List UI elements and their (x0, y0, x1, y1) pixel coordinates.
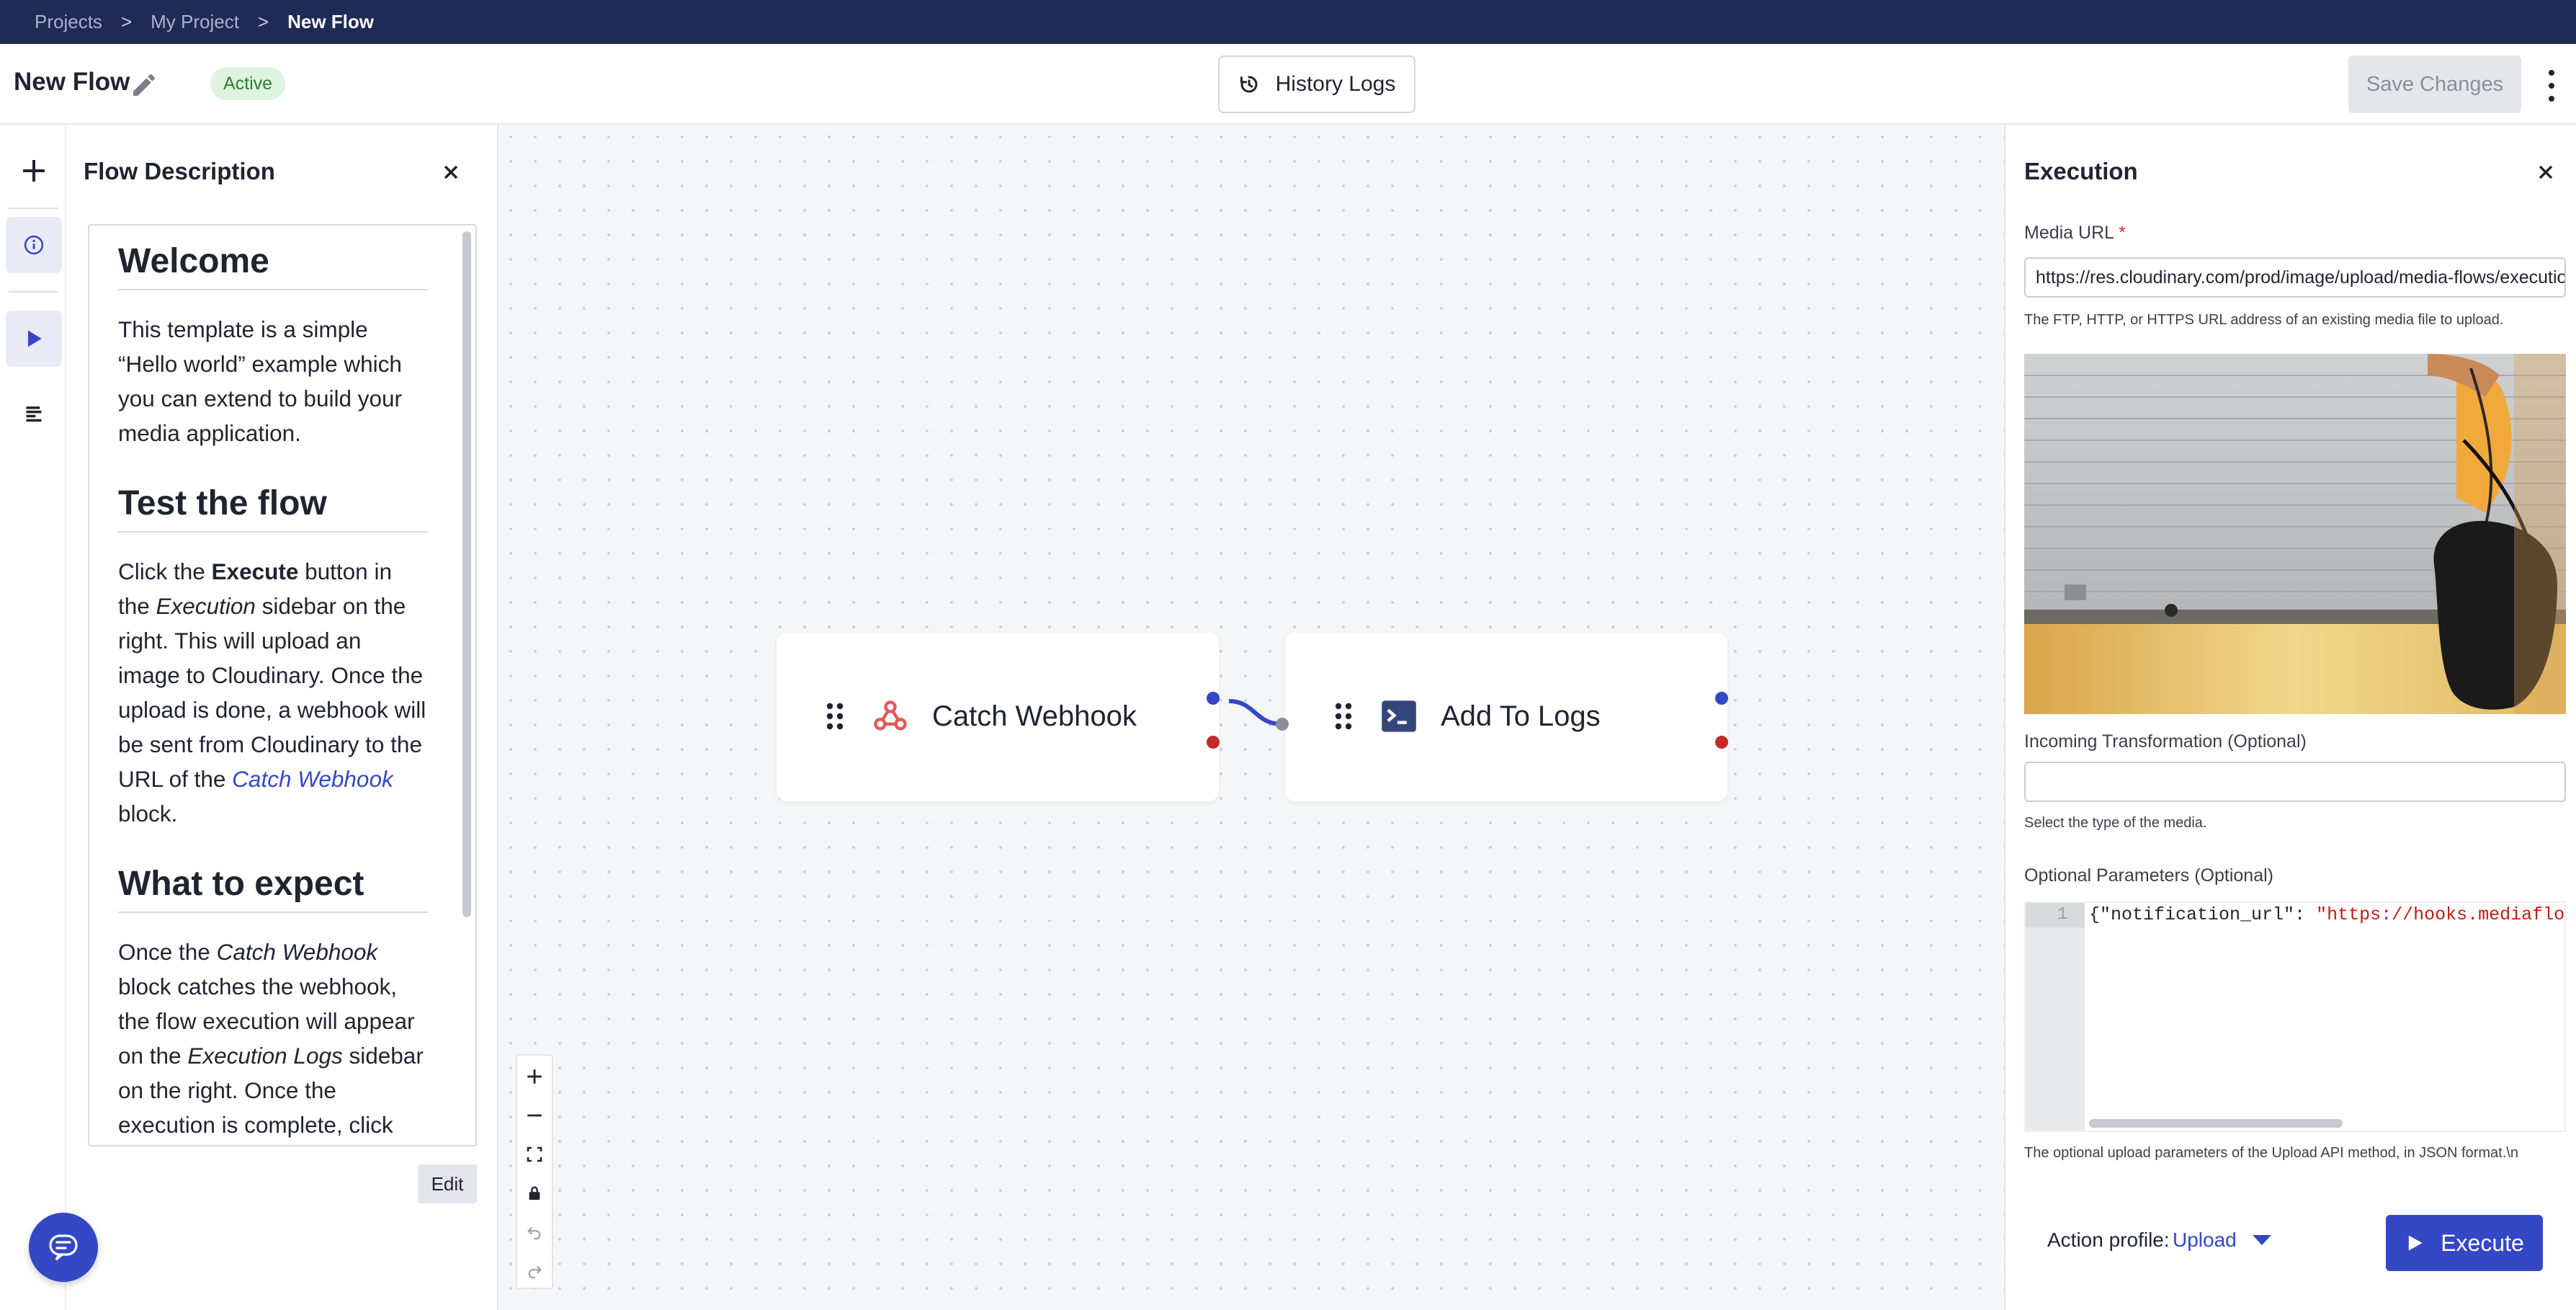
rail-divider (9, 208, 58, 209)
assistant-fab-button[interactable] (29, 1213, 98, 1282)
undo-icon (527, 1226, 541, 1240)
section-heading-test: Test the flow (118, 482, 428, 533)
error-port[interactable] (1715, 736, 1728, 749)
node-connector (1228, 699, 1283, 726)
breadcrumb-separator: > (120, 11, 133, 32)
breadcrumb-separator: > (257, 11, 269, 32)
lock-icon (529, 1186, 540, 1200)
execution-logs-button[interactable] (6, 386, 62, 442)
execution-panel: Execution Media URL * https://res.cloudi… (2004, 125, 2576, 1310)
output-port[interactable] (1715, 692, 1728, 705)
play-icon (2409, 1235, 2423, 1251)
close-icon[interactable] (2534, 161, 2557, 184)
minus-icon (527, 1114, 542, 1117)
flow-description-button[interactable] (6, 217, 62, 273)
optional-parameters-help: The optional upload parameters of the Up… (2024, 1145, 2518, 1161)
status-badge: Active (210, 67, 286, 100)
action-profile-dropdown[interactable]: Upload (2173, 1229, 2273, 1252)
fit-view-icon (527, 1146, 542, 1162)
catch-webhook-node[interactable]: Catch Webhook (777, 633, 1220, 801)
line-number: 1 (2026, 903, 2085, 927)
catch-webhook-link[interactable]: Catch Webhook (232, 766, 393, 792)
redo-button[interactable] (517, 1252, 552, 1291)
incoming-transformation-help: Select the type of the media. (2024, 815, 2207, 831)
breadcrumb: Projects > My Project > New Flow (0, 0, 2576, 44)
add-to-logs-node[interactable]: Add To Logs (1276, 633, 1728, 801)
edit-description-button[interactable]: Edit (418, 1164, 477, 1203)
action-profile-value: Upload (2173, 1229, 2237, 1251)
left-icon-rail (0, 125, 66, 1310)
lock-button[interactable] (517, 1174, 552, 1213)
output-port[interactable] (1207, 692, 1220, 705)
breadcrumb-current: New Flow (287, 11, 375, 32)
webhook-icon (874, 700, 907, 731)
line-gutter: 1 (2026, 903, 2085, 1131)
action-profile-label: Action profile: (2047, 1229, 2170, 1251)
history-logs-button[interactable]: History Logs (1218, 55, 1416, 113)
drag-handle-icon[interactable] (826, 702, 844, 731)
description-content: Welcome This template is a simple “Hello… (88, 224, 477, 1146)
incoming-transformation-label: Incoming Transformation (Optional) (2024, 731, 2307, 752)
description-scrollbar[interactable] (462, 231, 471, 917)
flow-description-title: Flow Description (84, 158, 275, 184)
terminal-icon (1382, 700, 1416, 732)
edit-title-icon[interactable] (130, 71, 158, 99)
section-heading-welcome: Welcome (118, 240, 428, 290)
plus-icon (23, 160, 45, 182)
zoom-in-button[interactable] (517, 1057, 552, 1096)
save-changes-button[interactable]: Save Changes (2348, 55, 2521, 113)
breadcrumb-projects[interactable]: Projects (35, 11, 102, 33)
flow-title: New Flow (14, 68, 130, 96)
editor-horizontal-scrollbar[interactable] (2089, 1119, 2343, 1128)
media-url-input[interactable]: https://res.cloudinary.com/prod/image/up… (2024, 257, 2566, 298)
error-port[interactable] (1207, 736, 1220, 749)
test-paragraph: Click the Execute button in the Executio… (118, 558, 426, 826)
info-icon (24, 235, 44, 255)
redo-icon (528, 1265, 542, 1279)
drag-handle-icon[interactable] (1334, 702, 1353, 731)
optional-parameters-editor[interactable]: 1 {"notification_url": "https://hooks.me… (2024, 901, 2566, 1132)
undo-button[interactable] (517, 1213, 552, 1252)
node-label: Catch Webhook (932, 700, 1137, 732)
plus-icon (527, 1069, 542, 1084)
optional-parameters-label: Optional Parameters (Optional) (2024, 865, 2273, 886)
assistant-icon (49, 1234, 78, 1261)
close-icon[interactable] (439, 161, 462, 184)
caret-down-icon (2252, 1235, 2271, 1245)
input-port[interactable] (1276, 718, 1289, 731)
execute-label: Execute (2441, 1229, 2524, 1256)
flow-canvas[interactable]: Catch Webhook Add To Logs (498, 125, 2004, 1310)
flow-header: New Flow Active History Logs Save Change… (0, 44, 2576, 125)
history-logs-label: History Logs (1275, 72, 1396, 96)
more-options-icon[interactable] (2543, 70, 2560, 102)
execution-button[interactable] (6, 311, 62, 367)
section-heading-expect: What to expect (118, 863, 428, 913)
history-icon (1240, 76, 1258, 93)
canvas-controls (516, 1054, 553, 1289)
node-label: Add To Logs (1441, 700, 1601, 732)
add-block-button[interactable] (6, 143, 62, 199)
breadcrumb-my-project[interactable]: My Project (151, 11, 239, 33)
media-url-label: Media URL * (2024, 223, 2126, 243)
incoming-transformation-input[interactable] (2024, 762, 2566, 802)
logs-icon (26, 406, 42, 422)
welcome-paragraph: This template is a simple “Hello world” … (118, 316, 403, 446)
expect-paragraph: Once the Catch Webhook block catches the… (118, 939, 424, 1138)
play-icon (28, 330, 42, 347)
code-line: {"notification_url": "https://hooks.medi… (2089, 904, 2564, 925)
rail-divider (9, 291, 58, 293)
fit-view-button[interactable] (517, 1135, 552, 1174)
media-preview-image (2024, 354, 2566, 714)
media-url-help: The FTP, HTTP, or HTTPS URL address of a… (2024, 312, 2504, 328)
execute-button[interactable]: Execute (2386, 1215, 2543, 1271)
flow-description-panel: Flow Description Welcome This template i… (66, 125, 498, 1310)
execution-title: Execution (2024, 158, 2138, 184)
zoom-out-button[interactable] (517, 1096, 552, 1135)
